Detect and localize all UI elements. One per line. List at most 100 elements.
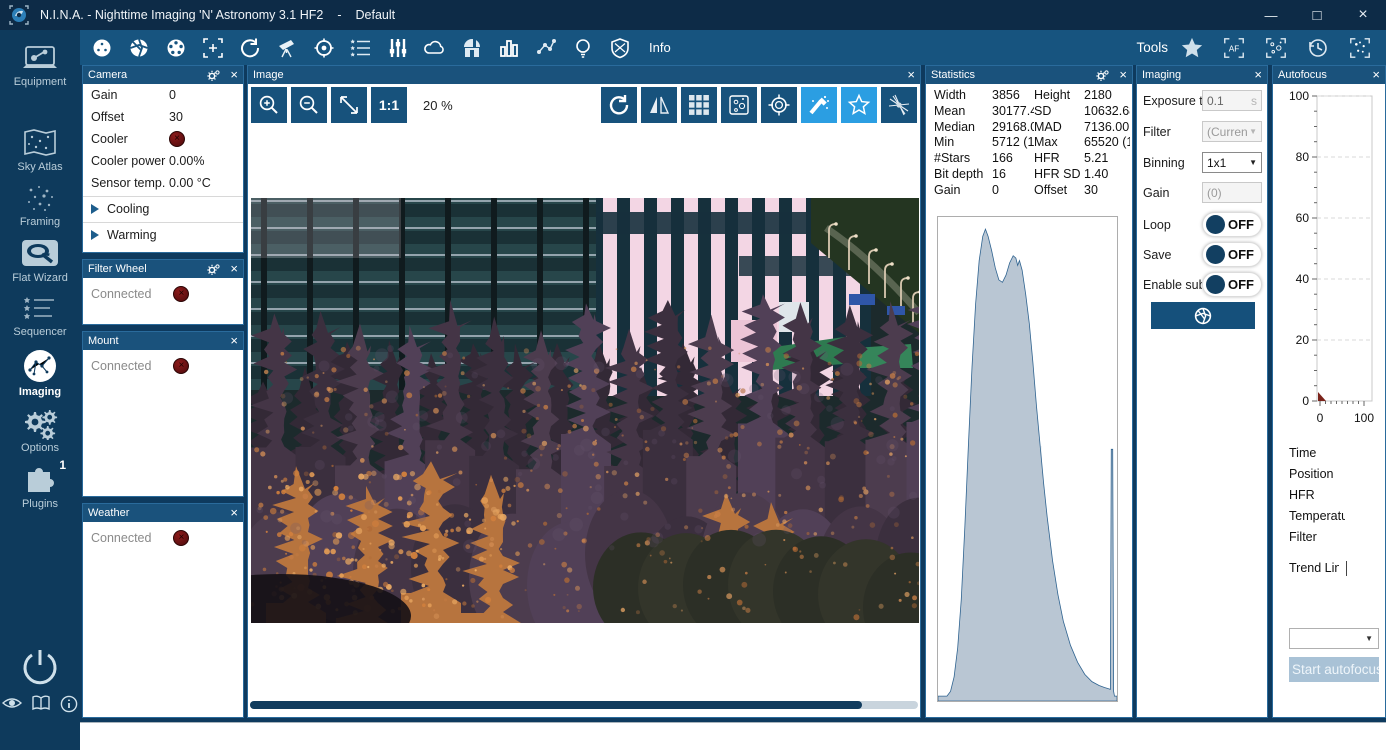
statistics-settings-icon[interactable] (1096, 70, 1109, 81)
capture-button[interactable] (1151, 302, 1255, 329)
pin-annotation-button[interactable] (881, 87, 917, 123)
weather-panel-close-icon[interactable]: × (230, 508, 238, 518)
sidebar-item-equipment[interactable]: Equipment (0, 44, 80, 88)
image-panel-close-icon[interactable]: × (907, 70, 915, 80)
zoom-in-button[interactable] (251, 87, 287, 123)
mount-panel-title: Mount (88, 335, 119, 347)
fit-image-button[interactable] (331, 87, 367, 123)
auto-focus-icon[interactable] (201, 36, 225, 60)
camera-panel-close-icon[interactable]: × (230, 70, 238, 80)
eye-icon[interactable] (2, 695, 22, 713)
stat-value: 3856 (992, 88, 1034, 104)
power-button[interactable] (0, 645, 80, 689)
save-toggle[interactable]: OFF (1202, 242, 1262, 267)
gain-input[interactable]: (0) (1202, 182, 1262, 203)
image-toolbar: 1:1 20 % (251, 86, 917, 124)
camera-panel-title: Camera (88, 69, 127, 81)
y-tick-label: 100 (1289, 89, 1309, 103)
star-detection-button[interactable] (721, 87, 757, 123)
loop-toggle[interactable]: OFF (1202, 212, 1262, 237)
stat-label: SD (1034, 104, 1084, 120)
exposure-time-input[interactable]: 0.1s (1202, 90, 1262, 111)
grid-overlay-button[interactable] (681, 87, 717, 123)
toggle-knob (1206, 245, 1225, 264)
binning-value: 1x1 (1207, 156, 1226, 170)
auto-stretch-button[interactable] (801, 87, 837, 123)
binning-dropdown[interactable]: 1x1▼ (1202, 152, 1262, 173)
filter-wheel-settings-icon[interactable] (207, 264, 220, 275)
sidebar-item-flat-wizard[interactable]: Flat Wizard (0, 236, 80, 284)
image-toolbar-right (601, 87, 917, 123)
telescope-icon[interactable] (275, 36, 299, 60)
y-tick-label: 0 (1302, 394, 1309, 408)
safety-monitor-icon[interactable] (608, 36, 632, 60)
maximize-button[interactable]: □ (1294, 0, 1340, 30)
sidebar-item-imaging[interactable]: Imaging (0, 348, 80, 398)
weather-icon[interactable] (423, 36, 447, 60)
stat-label: #Stars (934, 151, 992, 167)
start-autofocus-button[interactable]: Start autofocus (1289, 657, 1379, 682)
tools-label[interactable]: Tools (1136, 40, 1168, 55)
autofocus-panel-title: Autofocus (1278, 69, 1327, 81)
manual-icon[interactable] (31, 695, 51, 713)
minimize-button[interactable]: — (1248, 0, 1294, 30)
info-label[interactable]: Info (649, 40, 671, 55)
history-icon[interactable] (1306, 36, 1330, 60)
exposure-time-value: 0.1 (1207, 94, 1224, 108)
sidebar-item-label: Sequencer (0, 326, 80, 338)
guider-icon[interactable] (312, 36, 336, 60)
af-button[interactable]: AF (1222, 36, 1246, 60)
close-button[interactable]: × (1340, 0, 1386, 30)
tools-star-icon[interactable] (1180, 36, 1204, 60)
switch-icon[interactable] (386, 36, 410, 60)
rotator-icon[interactable] (238, 36, 262, 60)
sidebar-item-plugins[interactable]: 1 Plugins (0, 462, 80, 510)
cooling-expander[interactable]: Cooling (83, 197, 243, 220)
one-to-one-button[interactable]: 1:1 (371, 87, 407, 123)
dome-icon[interactable] (460, 36, 484, 60)
trend-line-label: Trend Line (1289, 561, 1339, 575)
framing-icon (20, 182, 60, 214)
filter-wheel-icon[interactable] (164, 36, 188, 60)
connections-icon[interactable] (534, 36, 558, 60)
subsample-toggle[interactable]: OFF (1202, 272, 1262, 297)
zoom-out-button[interactable] (291, 87, 327, 123)
info-circle-icon[interactable] (60, 695, 78, 713)
camera-settings-icon[interactable] (207, 70, 220, 81)
detect-stars-button[interactable] (841, 87, 877, 123)
sidebar-item-sequencer[interactable]: Sequencer (0, 294, 80, 338)
rotate-image-button[interactable] (601, 87, 637, 123)
stat-value: 10632.68 (1084, 104, 1130, 120)
scrollbar-thumb[interactable] (250, 701, 862, 709)
autofocus-panel-close-icon[interactable]: × (1372, 70, 1380, 80)
sidebar-item-framing[interactable]: Framing (0, 182, 80, 228)
sequence-icon[interactable] (349, 36, 373, 60)
exposure-time-label: Exposure time (1143, 94, 1202, 108)
y-tick-label: 80 (1296, 150, 1310, 164)
imaging-panel-close-icon[interactable]: × (1254, 70, 1262, 80)
image-horizontal-scrollbar[interactable] (250, 701, 918, 709)
flat-panel-icon[interactable] (497, 36, 521, 60)
focuser-icon[interactable] (127, 36, 151, 60)
sidebar-item-sky-atlas[interactable]: Sky Atlas (0, 127, 80, 173)
flip-horizontal-button[interactable] (641, 87, 677, 123)
star-annotations-icon[interactable] (1348, 36, 1372, 60)
camera-icon[interactable] (90, 36, 114, 60)
filter-label: Filter (1143, 125, 1202, 139)
captured-image[interactable] (251, 198, 919, 623)
plate-solve-icon[interactable] (1264, 36, 1288, 60)
mount-panel-close-icon[interactable]: × (230, 336, 238, 346)
warming-expander[interactable]: Warming (83, 223, 243, 246)
flat-device-icon[interactable] (571, 36, 595, 60)
filter-wheel-panel-header: Filter Wheel × (83, 260, 243, 278)
sidebar-item-options[interactable]: Options (0, 406, 80, 454)
crosshair-button[interactable] (761, 87, 797, 123)
filter-wheel-panel-close-icon[interactable]: × (230, 264, 238, 274)
sidebar-footer-icons (0, 695, 80, 713)
autofocus-filter-dropdown[interactable]: ▼ (1289, 628, 1379, 649)
legend-label-filter: Filter (1289, 530, 1381, 544)
statistics-panel-close-icon[interactable]: × (1119, 70, 1127, 80)
filter-dropdown[interactable]: (Current)▼ (1202, 121, 1262, 142)
cooler-status-dot: × (169, 131, 185, 147)
sidebar-item-label: Options (0, 442, 80, 454)
